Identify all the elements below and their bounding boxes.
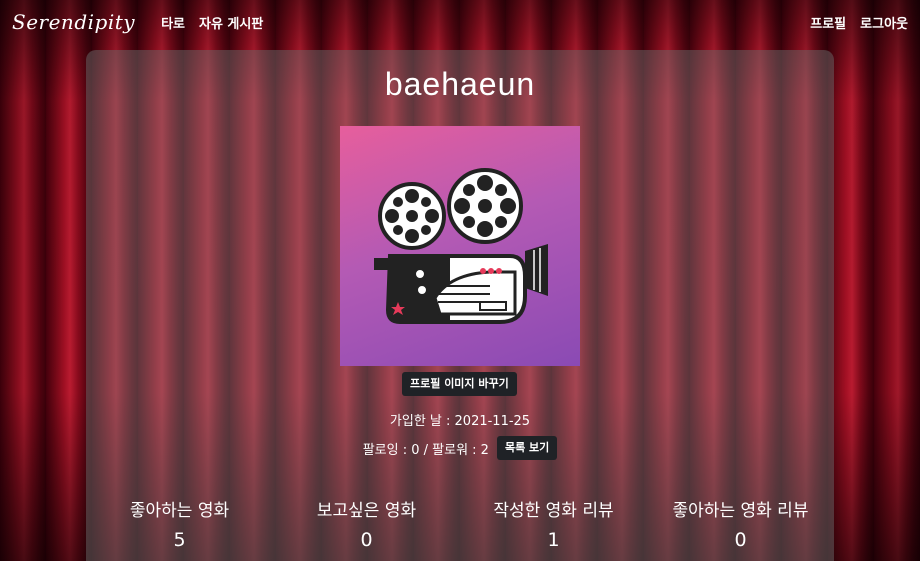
stat-written-reviews[interactable]: 작성한 영화 리뷰 1 (460, 496, 647, 551)
stat-label: 좋아하는 영화 리뷰 (672, 501, 809, 521)
brand-logo[interactable]: Serendipity (12, 10, 135, 34)
stat-label: 좋아하는 영화 (129, 501, 230, 521)
stats-row: 좋아하는 영화 5 보고싶은 영화 0 작성한 영화 리뷰 1 좋아하는 영화 … (86, 496, 834, 551)
stat-liked-movies[interactable]: 좋아하는 영화 5 (86, 496, 273, 551)
stat-value: 5 (173, 529, 186, 551)
stat-value: 0 (734, 529, 747, 551)
nav-right: 프로필 로그아웃 (796, 13, 908, 32)
nav-link-free-board[interactable]: 자유 게시판 (199, 13, 263, 32)
nav-link-logout[interactable]: 로그아웃 (860, 13, 908, 32)
nav-link-tarot[interactable]: 타로 (161, 13, 185, 32)
profile-image (340, 126, 580, 366)
stat-value: 0 (360, 529, 373, 551)
nav-link-profile[interactable]: 프로필 (810, 13, 846, 32)
navbar: Serendipity 타로 자유 게시판 프로필 로그아웃 (0, 0, 920, 44)
stat-liked-reviews[interactable]: 좋아하는 영화 리뷰 0 (647, 496, 834, 551)
profile-card: baehaeun 프로필 이미지 바꾸기 가입한 날: 2021-11-25 … (86, 50, 834, 561)
film-projector-icon (374, 168, 548, 324)
view-list-button[interactable]: 목록 보기 (496, 436, 558, 460)
follow-row: 팔로잉 : 0 / 팔로워 : 2 목록 보기 (86, 436, 834, 460)
stat-label: 보고싶은 영화 (316, 501, 417, 521)
username: baehaeun (384, 66, 536, 102)
follow-counts: 팔로잉 : 0 / 팔로워 : 2 (362, 442, 489, 458)
stat-label: 작성한 영화 리뷰 (493, 501, 614, 521)
stat-value: 1 (547, 529, 560, 551)
change-profile-image-button[interactable]: 프로필 이미지 바꾸기 (402, 372, 517, 396)
join-date: 가입한 날 : 2021-11-25 (389, 414, 531, 429)
stat-watchlist-movies[interactable]: 보고싶은 영화 0 (273, 496, 460, 551)
